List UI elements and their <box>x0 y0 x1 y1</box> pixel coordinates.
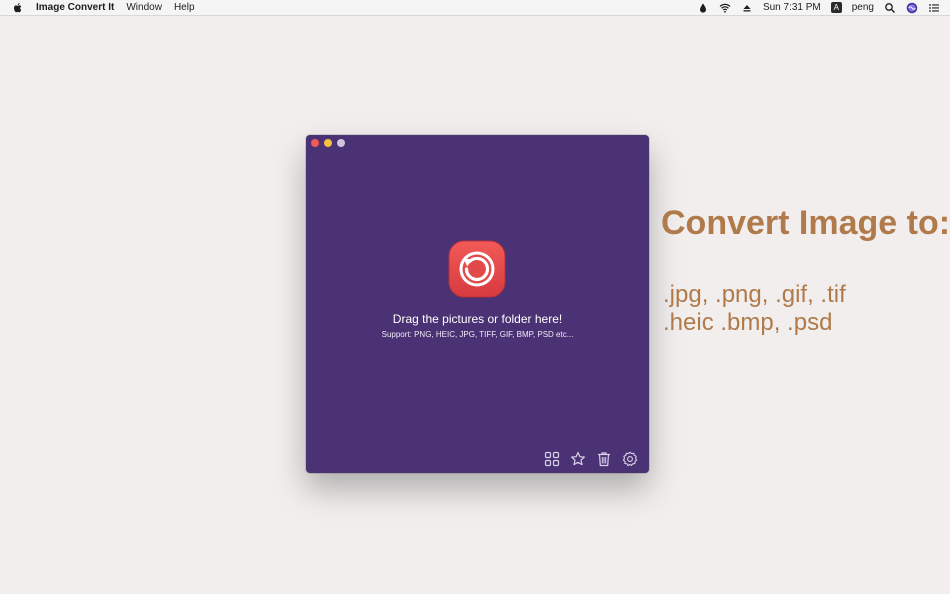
promo-heading: Convert Image to: <box>661 204 950 242</box>
delete-button[interactable] <box>595 450 613 468</box>
window-toolbar <box>535 450 639 468</box>
close-button[interactable] <box>311 139 319 147</box>
apple-icon[interactable] <box>12 2 24 14</box>
app-window[interactable]: Drag the pictures or folder here! Suppor… <box>306 135 649 473</box>
settings-button[interactable] <box>621 450 639 468</box>
siri-icon[interactable] <box>906 2 918 14</box>
menu-help[interactable]: Help <box>174 2 195 13</box>
notification-center-icon[interactable] <box>928 2 940 14</box>
drop-icon[interactable] <box>697 2 709 14</box>
trash-icon <box>598 452 610 467</box>
clock[interactable]: Sun 7:31 PM <box>763 2 821 13</box>
promo-formats-line-1: .jpg, .png, .gif, .tif <box>663 281 846 308</box>
app-name-menu[interactable]: Image Convert It <box>36 2 114 13</box>
eject-icon[interactable] <box>741 2 753 14</box>
input-source-icon[interactable]: A <box>830 2 842 13</box>
app-logo-icon <box>448 240 506 298</box>
spotlight-icon[interactable] <box>884 2 896 14</box>
wifi-icon[interactable] <box>719 2 731 14</box>
grid-icon <box>544 451 560 467</box>
grid-button[interactable] <box>543 450 561 468</box>
settings-icon <box>622 451 638 467</box>
favorite-button[interactable] <box>569 450 587 468</box>
minimize-button[interactable] <box>324 139 332 147</box>
drop-support-text: Support: PNG, HEIC, JPG, TIFF, GIF, BMP,… <box>381 330 574 339</box>
drop-title: Drag the pictures or folder here! <box>392 312 563 326</box>
star-icon <box>571 451 585 466</box>
status-area: Sun 7:31 PM A peng <box>687 0 940 15</box>
promo-formats-line-2: .heic .bmp, .psd <box>663 309 833 336</box>
zoom-button[interactable] <box>337 139 345 147</box>
menu-bar: Image Convert It Window Help Sun 7:31 PM… <box>0 0 950 16</box>
user-menu[interactable]: peng <box>852 2 874 13</box>
menu-window[interactable]: Window <box>126 2 162 13</box>
